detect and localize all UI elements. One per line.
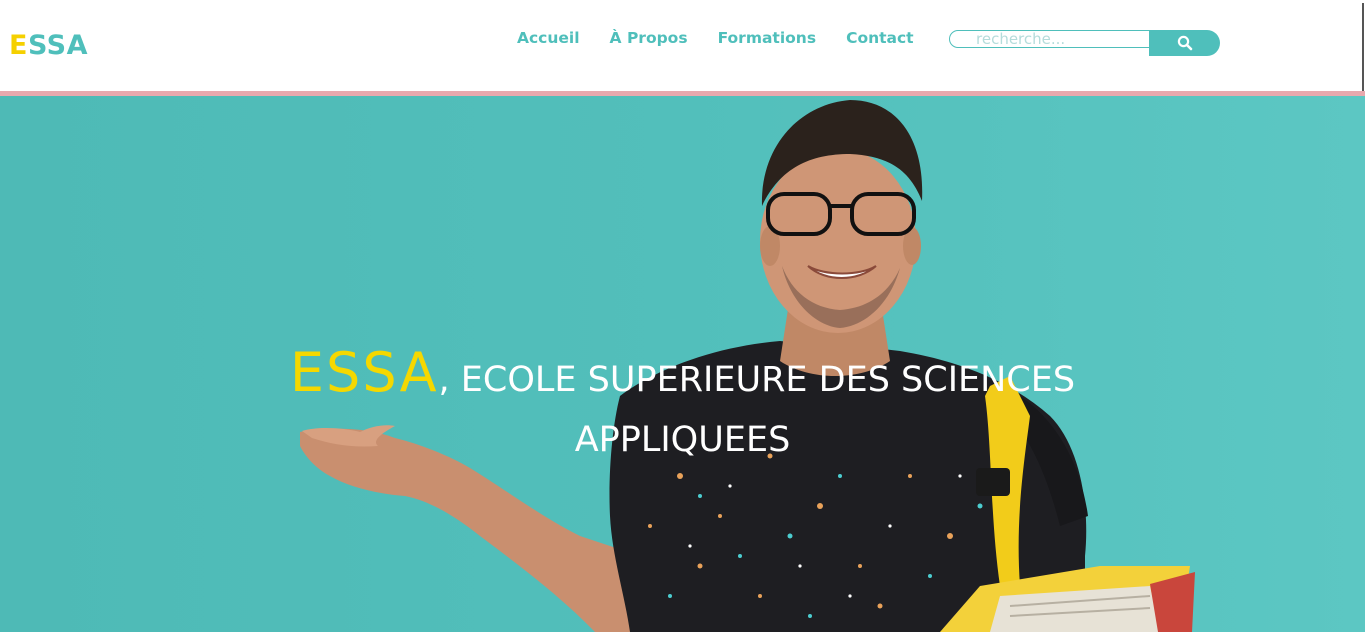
logo-rest: SSA: [27, 30, 89, 61]
logo-first-letter: E: [9, 30, 28, 61]
hero-brand: ESSA: [289, 341, 439, 404]
site-logo[interactable]: ESSA: [9, 29, 88, 63]
scrollbar[interactable]: [1362, 3, 1364, 91]
search-bar: [949, 30, 1220, 56]
nav-item-formations[interactable]: Formations: [718, 27, 817, 49]
hero-banner: ESSA, ECOLE SUPERIEURE DES SCIENCES APPL…: [0, 96, 1365, 632]
hero-title: ESSA, ECOLE SUPERIEURE DES SCIENCES APPL…: [250, 346, 1115, 473]
search-button[interactable]: [1149, 30, 1220, 56]
site-header: ESSA Accueil À Propos Formations Contact: [0, 0, 1365, 91]
nav-item-contact[interactable]: Contact: [846, 27, 914, 49]
hero-title-rest: , ECOLE SUPERIEURE DES SCIENCES APPLIQUE…: [438, 360, 1076, 460]
search-icon: [1177, 35, 1192, 51]
nav-item-accueil[interactable]: Accueil: [517, 27, 580, 49]
nav-item-a-propos[interactable]: À Propos: [610, 27, 688, 49]
search-input[interactable]: [949, 30, 1175, 48]
main-nav: Accueil À Propos Formations Contact: [517, 27, 914, 49]
